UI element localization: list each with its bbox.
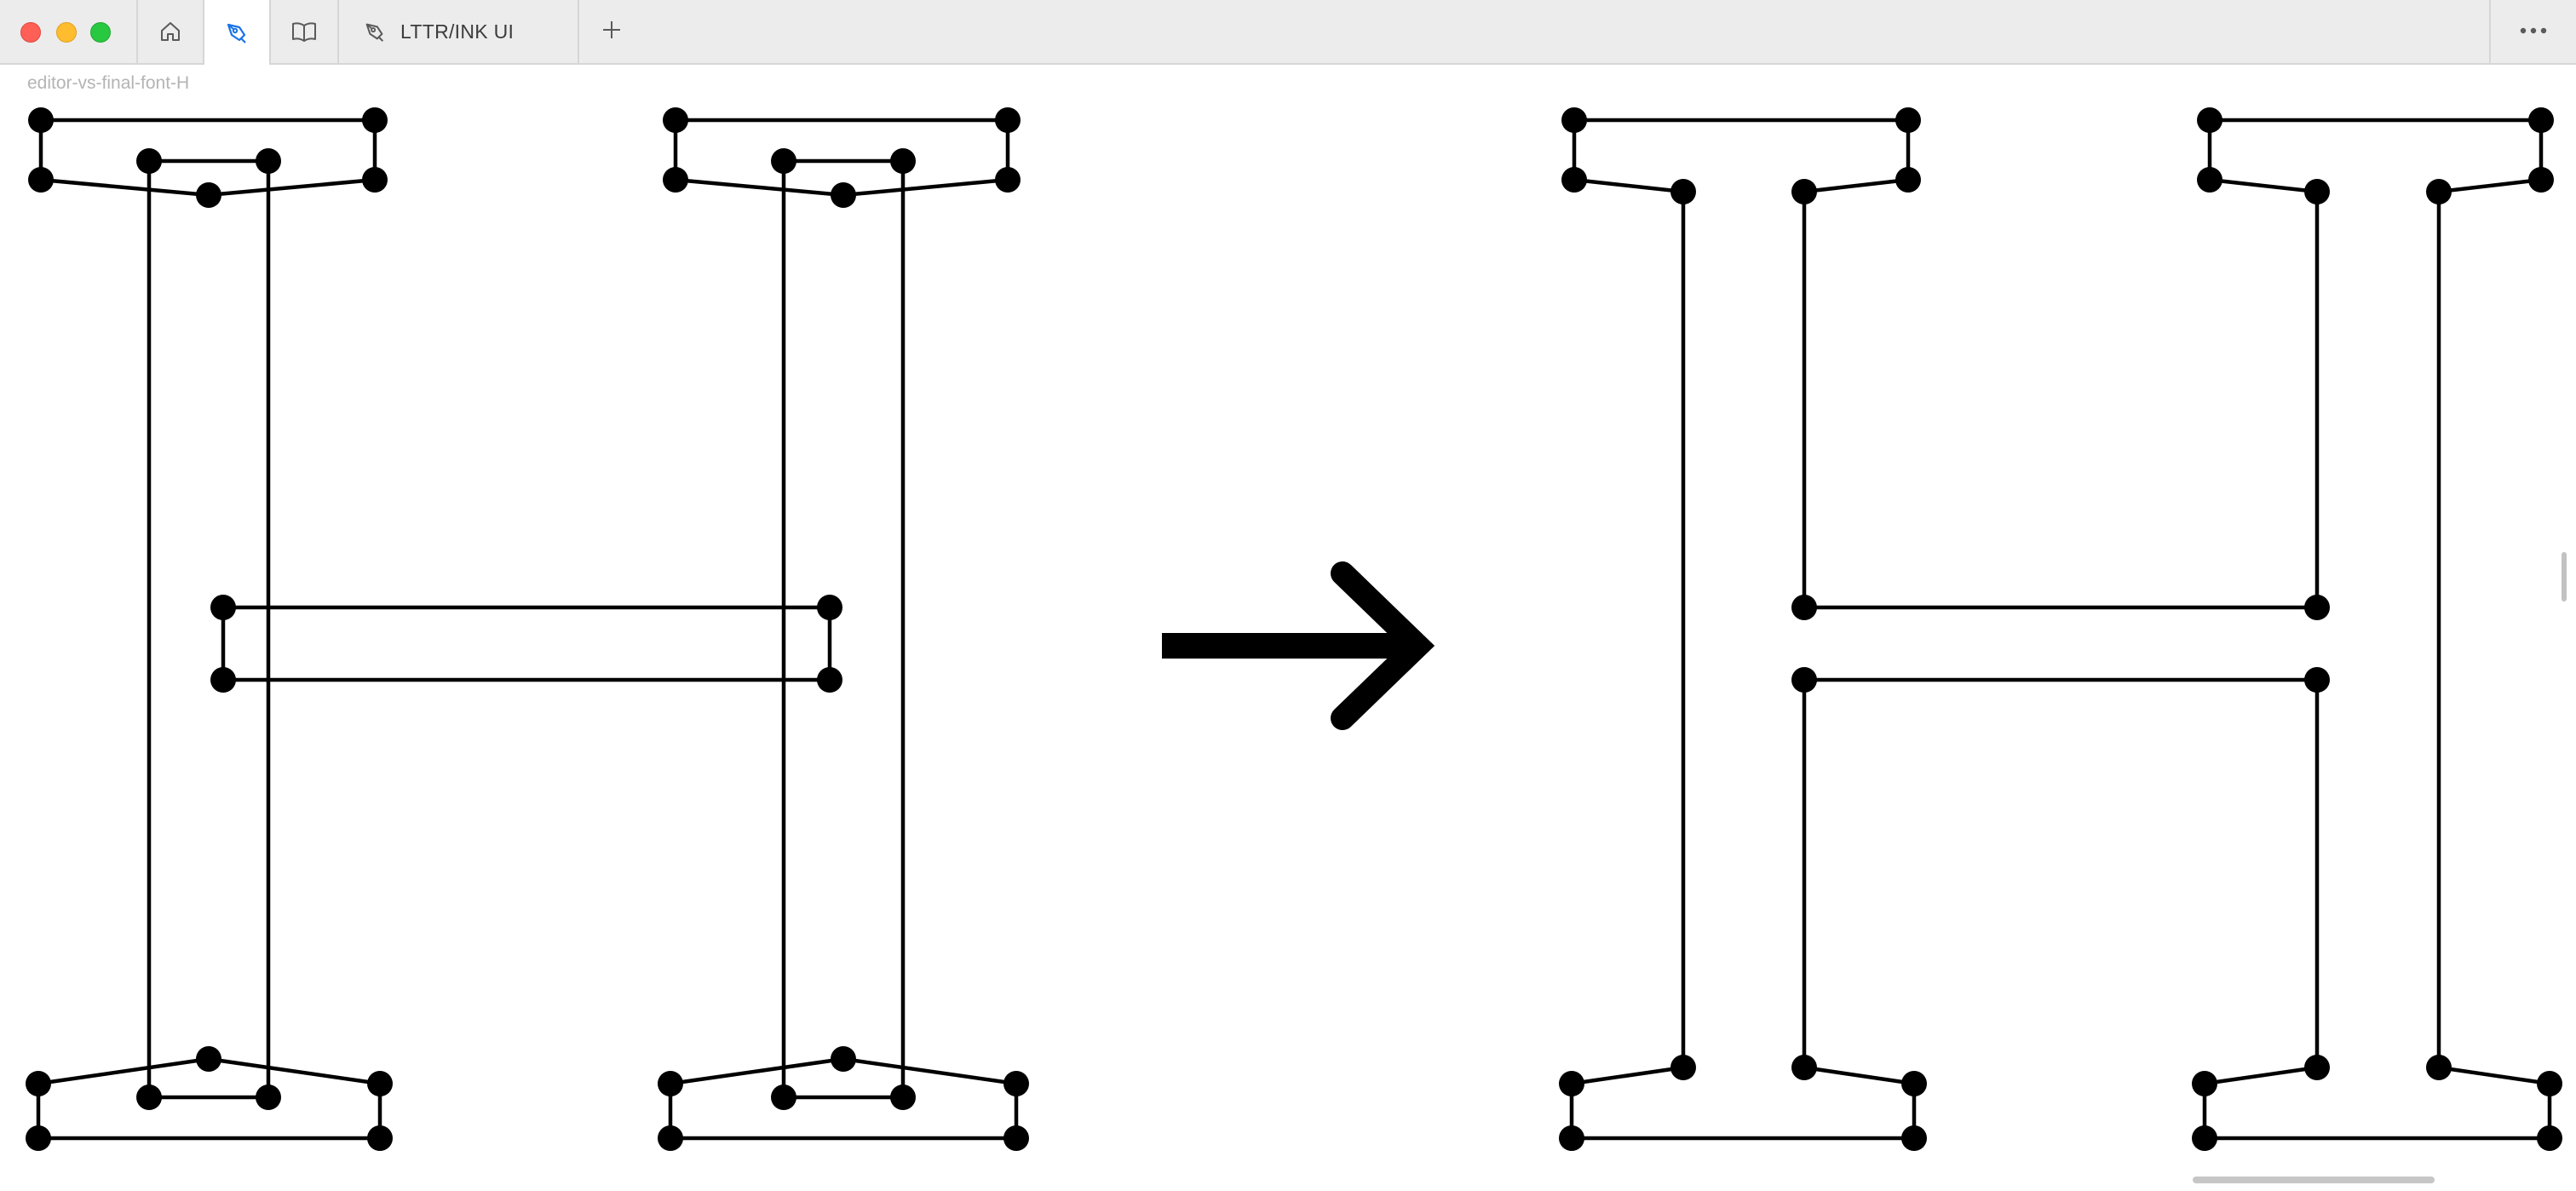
more-icon bbox=[2519, 24, 2548, 39]
pen-nib-icon bbox=[363, 20, 387, 43]
title-bar: LTTR/INK UI bbox=[0, 0, 2576, 65]
tab-document[interactable]: LTTR/INK UI bbox=[339, 0, 579, 63]
arrow-right-icon bbox=[1162, 561, 1435, 730]
final-glyph-h bbox=[1569, 118, 2552, 1141]
editor-control-points bbox=[26, 107, 1029, 1151]
vertical-scrollbar[interactable] bbox=[2562, 552, 2567, 601]
tab-editor[interactable] bbox=[204, 0, 271, 65]
tab-home[interactable] bbox=[136, 0, 204, 63]
home-icon bbox=[158, 20, 182, 43]
horizontal-scrollbar[interactable] bbox=[2193, 1177, 2435, 1183]
illustration-canvas bbox=[26, 107, 2562, 1151]
final-outline-points bbox=[1559, 107, 2562, 1151]
close-window-button[interactable] bbox=[20, 22, 41, 43]
minimize-window-button[interactable] bbox=[56, 22, 77, 43]
more-menu-button[interactable] bbox=[2489, 0, 2576, 63]
zoom-window-button[interactable] bbox=[90, 22, 111, 43]
pen-nib-icon bbox=[224, 20, 250, 45]
tab-book[interactable] bbox=[271, 0, 339, 63]
book-icon bbox=[290, 20, 318, 43]
tab-document-label: LTTR/INK UI bbox=[400, 20, 515, 43]
editor-glyph-h bbox=[36, 118, 1019, 1141]
new-tab-button[interactable] bbox=[579, 0, 644, 63]
plus-icon bbox=[601, 19, 623, 45]
